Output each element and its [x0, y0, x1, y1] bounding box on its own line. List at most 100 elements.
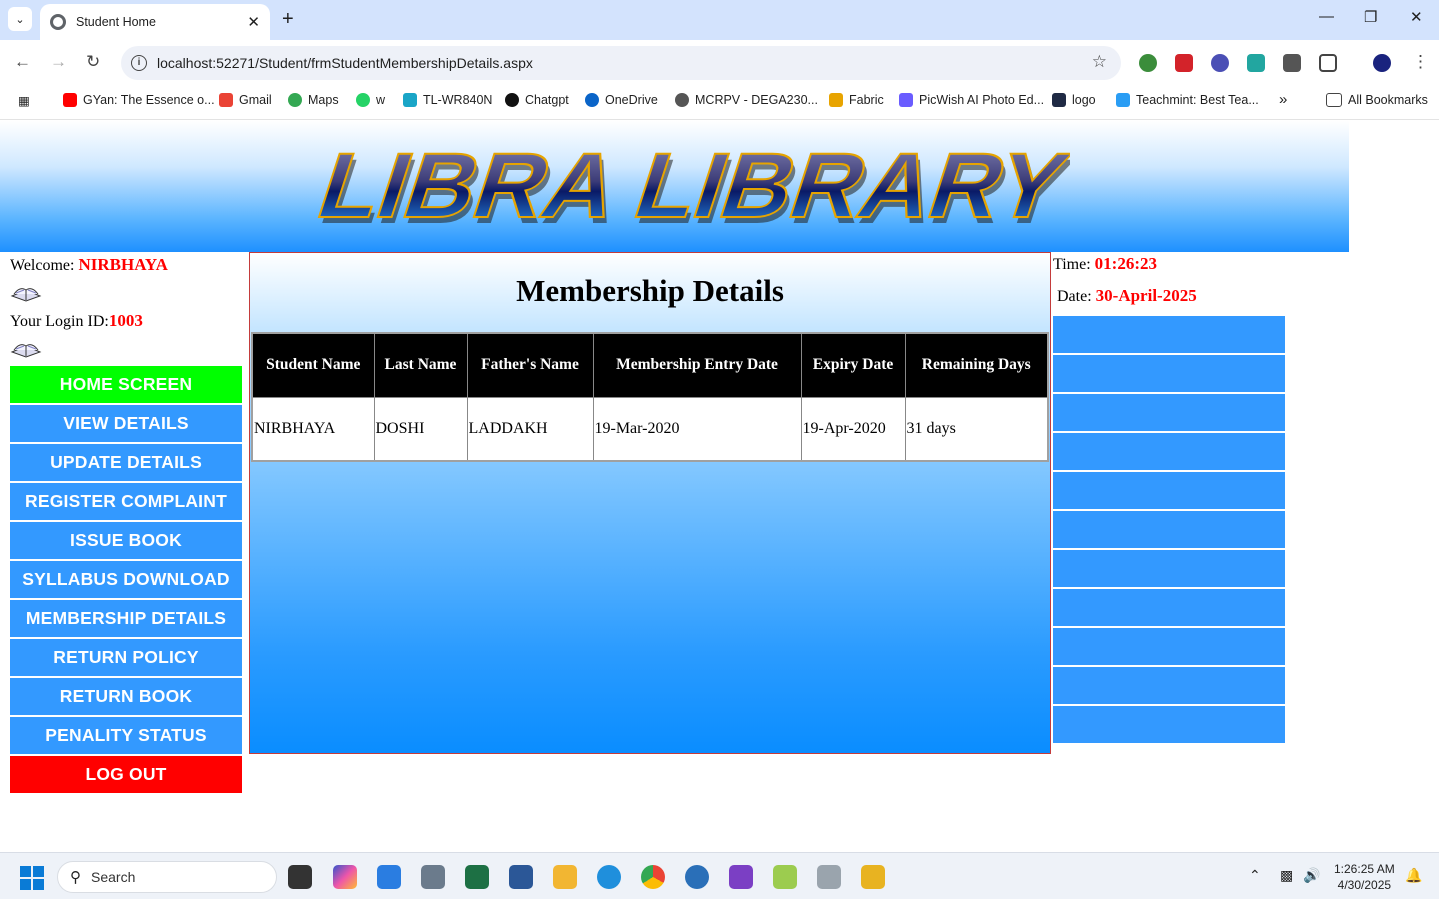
youtube-icon	[63, 93, 77, 107]
forward-arrow-icon[interactable]: →	[50, 52, 67, 72]
windows-start-icon[interactable]	[20, 866, 44, 890]
word-icon[interactable]	[509, 865, 533, 889]
home-screen-button[interactable]: HOME SCREEN	[10, 366, 242, 403]
app-yellow-icon[interactable]	[861, 865, 885, 889]
taskbar-clock[interactable]: 1:26:25 AM 4/30/2025	[1334, 861, 1395, 893]
save-extension-icon[interactable]	[1247, 54, 1265, 72]
libra-library-logo: LIBRA LIBRARY LIBRA LIBRARY	[305, 139, 1070, 235]
bookmark-tl-wr840n[interactable]: TL-WR840N	[403, 93, 492, 107]
all-bookmarks-label: All Bookmarks	[1348, 93, 1428, 107]
restore-icon[interactable]: ❐	[1364, 8, 1377, 26]
menu-kebab-icon[interactable]: ⋮	[1412, 52, 1429, 72]
right-menu-slot[interactable]	[1053, 667, 1285, 704]
copilot-icon[interactable]	[333, 865, 357, 889]
table-cell: NIRBHAYA	[251, 396, 375, 462]
issue-book-button[interactable]: ISSUE BOOK	[10, 522, 242, 559]
bookmark-gyan[interactable]: GYan: The Essence o...	[63, 93, 215, 107]
return-policy-button[interactable]: RETURN POLICY	[10, 639, 242, 676]
bookmark-label: Gmail	[239, 93, 272, 107]
column-header: Expiry Date	[800, 332, 906, 398]
right-menu-slot[interactable]	[1053, 706, 1285, 743]
app-blue-icon[interactable]	[685, 865, 709, 889]
log-out-button[interactable]: LOG OUT	[10, 756, 242, 793]
right-menu-slot[interactable]	[1053, 394, 1285, 431]
pdf-extension-icon[interactable]	[1175, 54, 1193, 72]
minimize-icon[interactable]: —	[1319, 8, 1334, 25]
right-menu-slot[interactable]	[1053, 316, 1285, 353]
table-header-row: Student Name Last Name Father's Name Mem…	[251, 332, 1049, 398]
edge-icon[interactable]	[597, 865, 621, 889]
bookmark-fabric[interactable]: Fabric	[829, 93, 884, 107]
bookmark-label: PicWish AI Photo Ed...	[919, 93, 1045, 107]
address-bar[interactable]: i localhost:52271/Student/frmStudentMemb…	[121, 46, 1121, 80]
right-menu-slot[interactable]	[1053, 433, 1285, 470]
right-menu-slot[interactable]	[1053, 550, 1285, 587]
extension-globe-icon[interactable]	[1139, 54, 1157, 72]
right-menu-slot[interactable]	[1053, 589, 1285, 626]
tray-chevron-icon[interactable]: ⌃	[1249, 867, 1261, 884]
notification-bell-icon[interactable]: 🔔	[1405, 867, 1422, 884]
profile-avatar-icon[interactable]	[1373, 54, 1391, 72]
all-bookmarks-folder[interactable]: All Bookmarks	[1326, 93, 1428, 107]
new-tab-plus-icon[interactable]: +	[282, 8, 294, 30]
excel-icon[interactable]	[465, 865, 489, 889]
update-details-button[interactable]: UPDATE DETAILS	[10, 444, 242, 481]
open-book-icon	[10, 288, 42, 302]
bookmark-teachmint[interactable]: Teachmint: Best Tea...	[1116, 93, 1259, 107]
notepad-icon[interactable]	[377, 865, 401, 889]
url-text[interactable]: localhost:52271/Student/frmStudentMember…	[157, 55, 533, 71]
tools-icon[interactable]	[817, 865, 841, 889]
membership-details-button[interactable]: MEMBERSHIP DETAILS	[10, 600, 242, 637]
extensions-puzzle-icon[interactable]	[1319, 54, 1337, 72]
table-cell: 19-Apr-2020	[800, 396, 906, 462]
right-menu-slot[interactable]	[1053, 472, 1285, 509]
volume-icon[interactable]: 🔊	[1303, 867, 1320, 884]
maps-pin-icon	[288, 93, 302, 107]
bookmark-mcrpv[interactable]: MCRPV - DEGA230...	[675, 93, 818, 107]
clock-date: 4/30/2025	[1337, 878, 1392, 892]
view-details-button[interactable]: VIEW DETAILS	[10, 405, 242, 442]
penality-status-button[interactable]: PENALITY STATUS	[10, 717, 242, 754]
bookmark-label: w	[376, 93, 386, 107]
bookmark-picwish[interactable]: PicWish AI Photo Ed...	[899, 93, 1044, 107]
browser-tab[interactable]: Student Home ✕	[40, 4, 270, 40]
bookmark-maps[interactable]: Maps	[288, 93, 339, 107]
tab-search-chevron-icon[interactable]: ⌄	[8, 7, 32, 31]
extension-circle-icon[interactable]	[1211, 54, 1229, 72]
bookmarks-bar: ▦ GYan: The Essence o... Gmail Maps w TL…	[0, 86, 1439, 120]
syllabus-download-button[interactable]: SYLLABUS DOWNLOAD	[10, 561, 242, 598]
bookmark-logo[interactable]: logo	[1052, 93, 1096, 107]
browser-tabstrip: ⌄ Student Home ✕ + — ❐ ✕	[0, 0, 1439, 40]
s-extension-icon[interactable]	[1283, 54, 1301, 72]
bookmark-onedrive[interactable]: OneDrive	[585, 93, 658, 107]
file-explorer-icon[interactable]	[553, 865, 577, 889]
window-close-icon[interactable]: ✕	[1410, 8, 1423, 26]
bookmark-star-icon[interactable]: ☆	[1092, 52, 1107, 72]
apps-grid-icon[interactable]: ▦	[18, 93, 30, 108]
fabric-chart-icon	[829, 93, 843, 107]
bookmark-gmail[interactable]: Gmail	[219, 93, 272, 107]
bookmark-w[interactable]: w	[356, 93, 385, 107]
return-book-button[interactable]: RETURN BOOK	[10, 678, 242, 715]
app-green-icon[interactable]	[773, 865, 797, 889]
back-arrow-icon[interactable]: ←	[14, 52, 31, 72]
right-menu-slot[interactable]	[1053, 355, 1285, 392]
network-icon[interactable]: ▩	[1280, 867, 1293, 884]
bookmark-chatgpt[interactable]: Chatgpt	[505, 93, 569, 107]
reload-icon[interactable]: ↻	[86, 52, 100, 72]
taskbar-search[interactable]: ⚲ Search	[57, 861, 277, 893]
calculator-icon[interactable]	[421, 865, 445, 889]
register-complaint-button[interactable]: REGISTER COMPLAINT	[10, 483, 242, 520]
sidebar-menu: HOME SCREEN VIEW DETAILS UPDATE DETAILS …	[10, 366, 242, 793]
date-label: Date:	[1057, 288, 1096, 305]
task-view-icon[interactable]	[288, 865, 312, 889]
visual-studio-icon[interactable]	[729, 865, 753, 889]
site-info-icon[interactable]: i	[131, 55, 147, 71]
right-sidebar: Time: 01:26:23 Date: 30-April-2025	[1053, 252, 1286, 745]
right-menu-slot[interactable]	[1053, 628, 1285, 665]
close-tab-icon[interactable]: ✕	[247, 13, 260, 31]
windows-taskbar: ⚲ Search ⌃ ▩ 🔊 1:26:25 AM 4/30/2025 🔔	[0, 852, 1439, 899]
right-menu-slot[interactable]	[1053, 511, 1285, 548]
more-bookmarks-chevron-icon[interactable]: »	[1279, 91, 1287, 108]
chrome-icon[interactable]	[641, 865, 665, 889]
